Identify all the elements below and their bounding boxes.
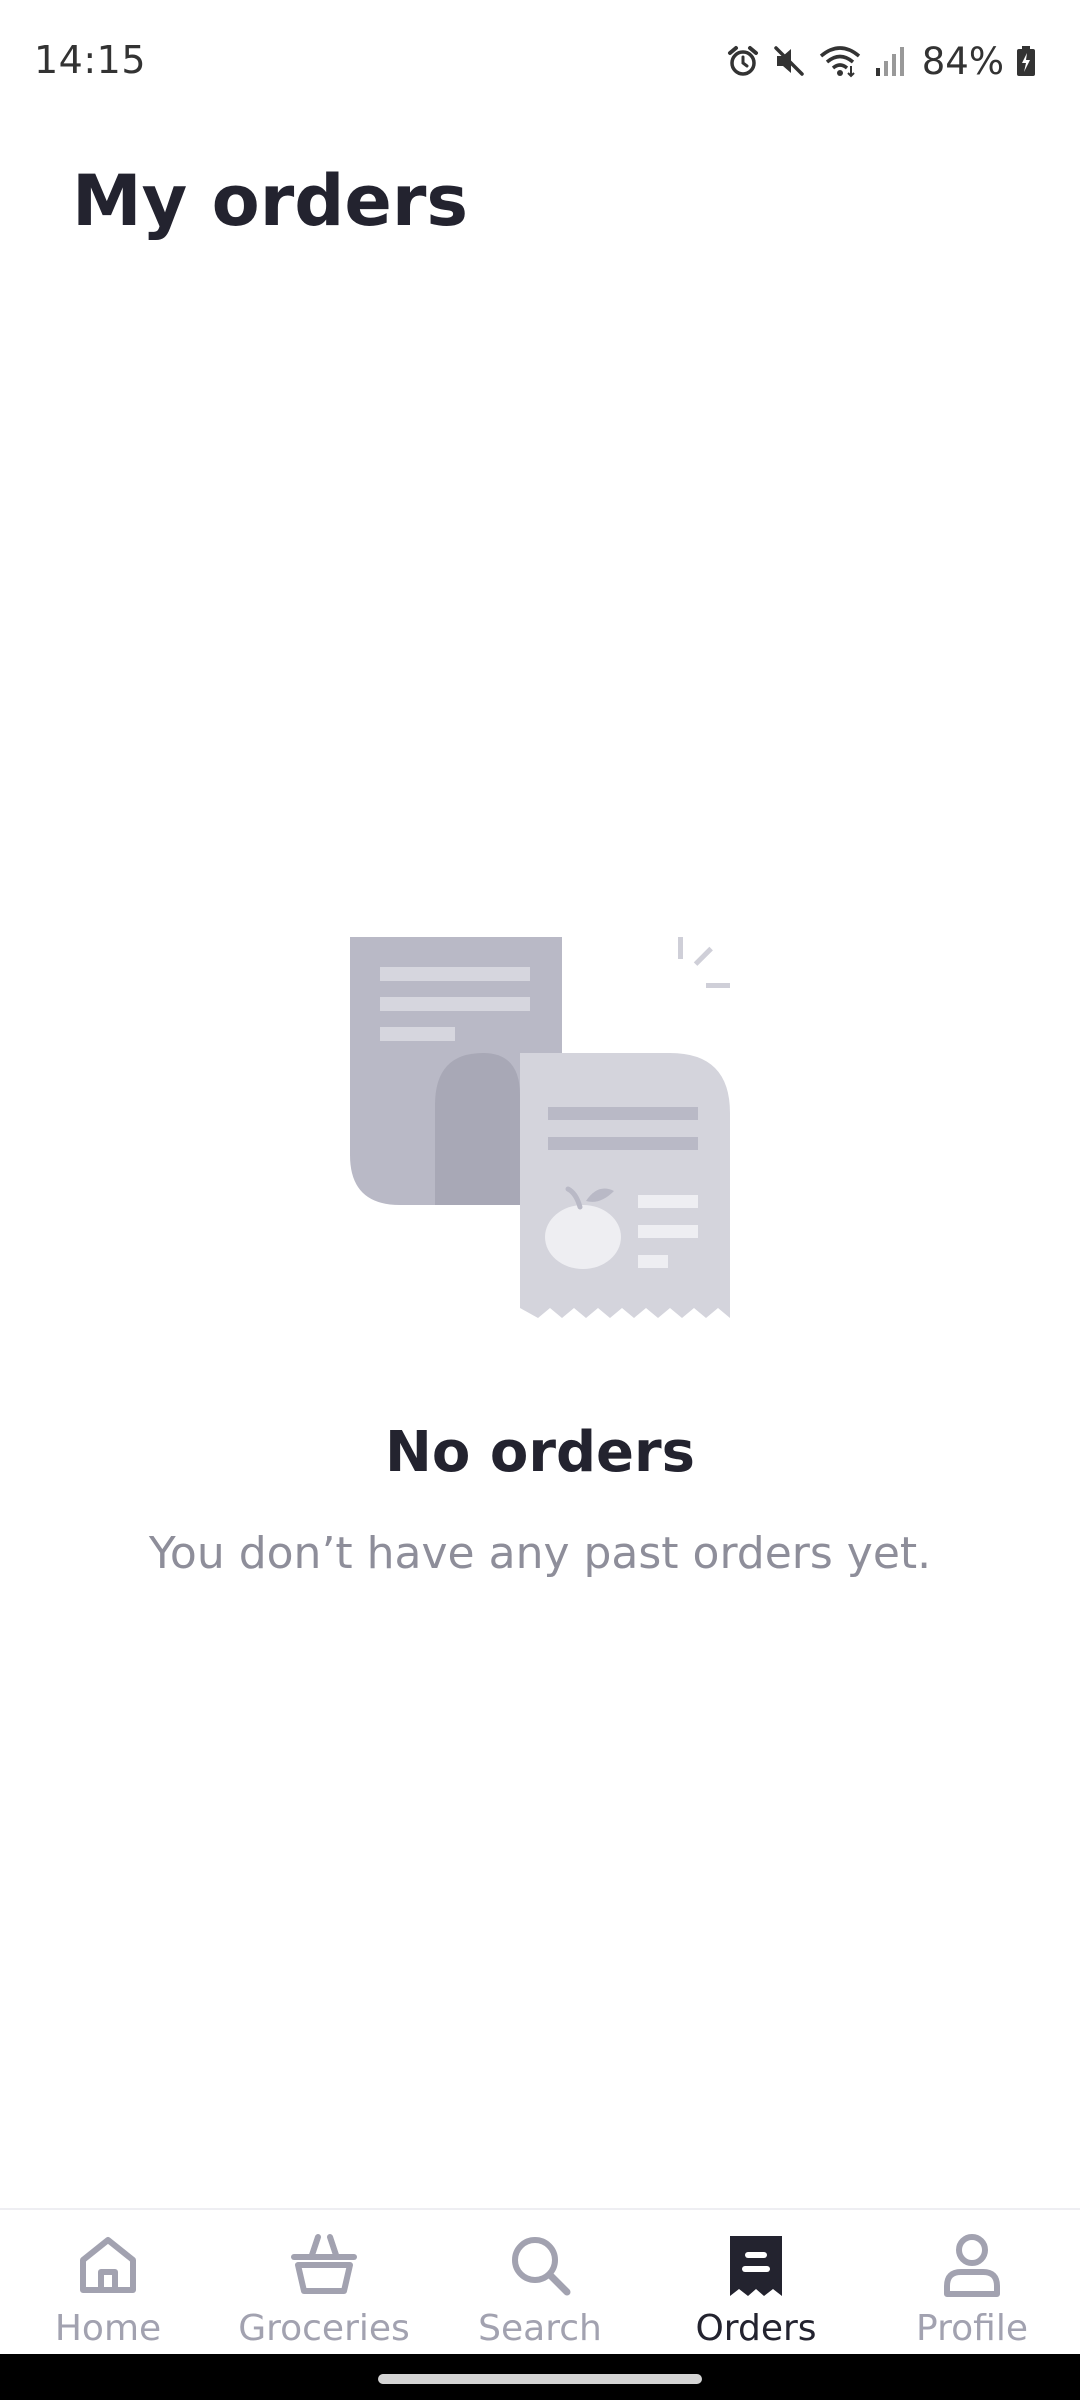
status-time: 14:15: [34, 38, 147, 82]
empty-state-title: No orders: [385, 1420, 695, 1485]
nav-label-profile: Profile: [916, 2308, 1028, 2349]
status-bar: 14:15 84%: [0, 0, 1080, 122]
wifi-icon: [818, 44, 862, 78]
receipts-illustration: [340, 925, 740, 1325]
signal-icon: [874, 44, 906, 78]
alarm-icon: [726, 44, 760, 78]
nav-item-orders[interactable]: Orders: [648, 2210, 864, 2356]
nav-label-orders: Orders: [695, 2308, 817, 2349]
bottom-navigation: Home Groceries Search Orders Profile: [0, 2208, 1080, 2356]
receipt-icon: [719, 2228, 793, 2302]
profile-icon: [935, 2228, 1009, 2302]
battery-charging-icon: [1016, 44, 1036, 78]
nav-label-search: Search: [478, 2308, 602, 2349]
page-title: My orders: [72, 160, 469, 242]
nav-label-home: Home: [54, 2308, 162, 2349]
nav-item-groceries[interactable]: Groceries: [216, 2210, 432, 2356]
status-icons: 84%: [726, 38, 1036, 84]
system-navigation-bar: [0, 2354, 1080, 2400]
gesture-handle[interactable]: [378, 2374, 702, 2384]
search-icon: [503, 2228, 577, 2302]
empty-state-subtitle: You don’t have any past orders yet.: [148, 1528, 932, 1579]
nav-item-home[interactable]: Home: [0, 2210, 216, 2356]
nav-label-groceries: Groceries: [238, 2308, 410, 2349]
nav-item-search[interactable]: Search: [432, 2210, 648, 2356]
home-icon: [71, 2228, 145, 2302]
battery-percent: 84%: [921, 39, 1004, 83]
mute-icon: [772, 44, 806, 78]
nav-item-profile[interactable]: Profile: [864, 2210, 1080, 2356]
basket-icon: [287, 2228, 361, 2302]
